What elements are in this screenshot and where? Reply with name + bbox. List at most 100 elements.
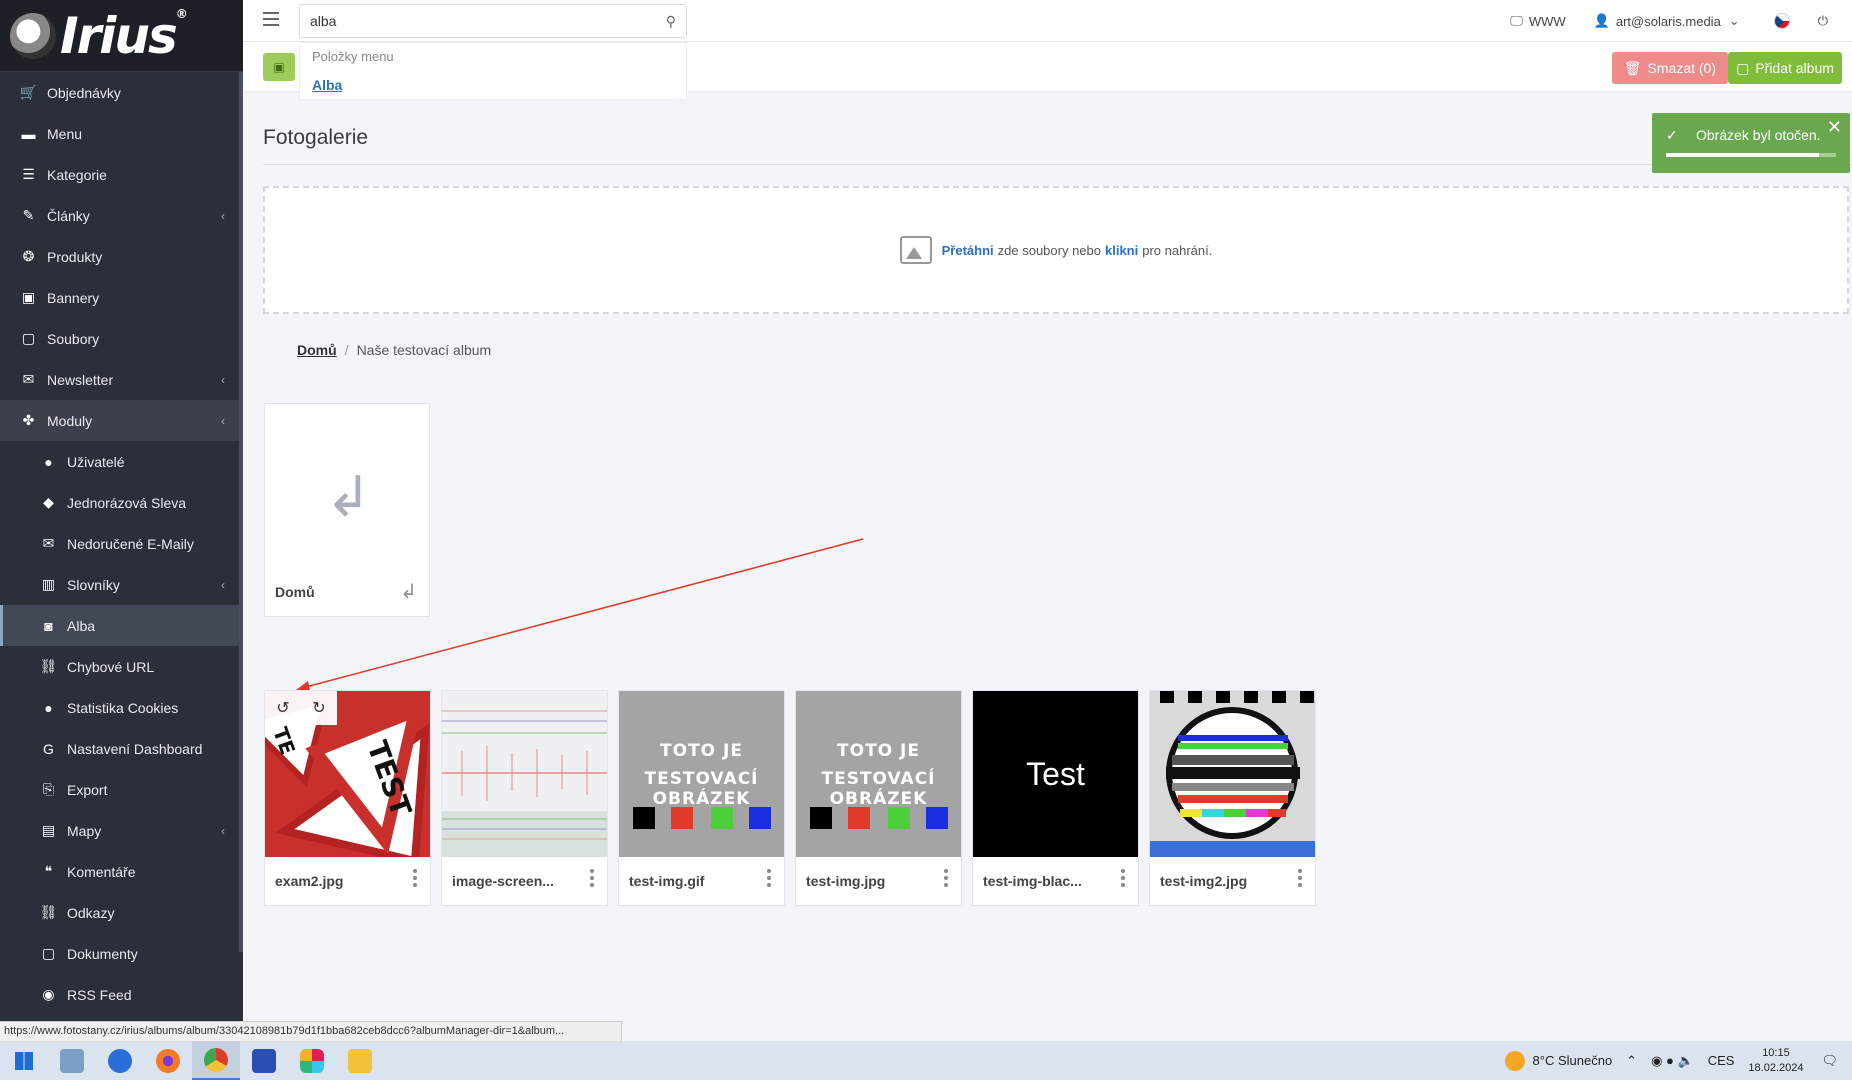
thumbnail-image[interactable] xyxy=(442,691,607,857)
more-options-icon[interactable] xyxy=(766,869,772,890)
folder-app-icon[interactable] xyxy=(336,1041,384,1080)
sidebar-item-soubory[interactable]: ▢ Soubory xyxy=(0,318,243,359)
weather-widget[interactable]: 8°C Slunečno xyxy=(1504,1050,1612,1071)
sidebar-item-clanky[interactable]: ✎ Články ‹ xyxy=(0,195,243,236)
sidebar-item-odkazy[interactable]: ⛓ Odkazy xyxy=(0,892,243,933)
more-options-icon[interactable] xyxy=(943,869,949,890)
sidebar-item-bannery[interactable]: ▣ Bannery xyxy=(0,277,243,318)
folder-icon: ▬ xyxy=(21,125,36,142)
more-options-icon[interactable] xyxy=(589,869,595,890)
search-input[interactable] xyxy=(300,5,640,37)
sidebar-item-komentare[interactable]: ❝ Komentáře xyxy=(0,851,243,892)
chevron-left-icon: ‹ xyxy=(221,577,225,592)
more-options-icon[interactable] xyxy=(1297,869,1303,890)
link-icon: ⛓ xyxy=(39,658,58,674)
thumbnail-card[interactable]: TOTO JE TESTOVACÍ OBRÁZEK test-img.gif xyxy=(618,690,785,906)
tray-apps-icons[interactable]: ◉ ● 🔈 xyxy=(1651,1053,1694,1069)
sidebar-scrollbar[interactable] xyxy=(239,72,243,952)
clock-date: 18.02.2024 xyxy=(1748,1061,1804,1074)
thumbnail-image[interactable]: TOTO JE TESTOVACÍ OBRÁZEK xyxy=(796,691,961,857)
cart-icon: 🛒 xyxy=(19,84,38,100)
floppy-app-icon[interactable] xyxy=(240,1041,288,1080)
more-options-icon[interactable] xyxy=(412,869,418,890)
thumbnail-image[interactable]: TEST TE ↺ ↻ xyxy=(265,691,430,857)
sidebar-item-label: Dokumenty xyxy=(67,945,138,962)
documents-icon: ▢ xyxy=(41,945,56,961)
file-manager-app-icon[interactable] xyxy=(48,1041,96,1080)
tray-chevron-up-icon[interactable]: ⌃ xyxy=(1626,1053,1637,1069)
sidebar-item-nedorucene-e-maily[interactable]: ✉ Nedoručené E-Maily xyxy=(0,523,243,564)
sidebar-item-mapy[interactable]: ▤ Mapy ‹ xyxy=(0,810,243,851)
thumbnail-card[interactable]: TOTO JE TESTOVACÍ OBRÁZEK test-img.jpg xyxy=(795,690,962,906)
language-switch[interactable] xyxy=(1773,13,1790,29)
sidebar-item-label: Jednorázová Sleva xyxy=(67,494,187,511)
sidebar-item-rss-feed[interactable]: ◉ RSS Feed xyxy=(0,974,243,1015)
chrome-icon[interactable] xyxy=(192,1041,240,1080)
search-result-alba[interactable]: Alba xyxy=(312,77,342,93)
user-menu[interactable]: 👤 art@solaris.media ⌄ xyxy=(1594,13,1746,29)
folder-add-icon[interactable]: ▣ xyxy=(263,53,295,81)
sidebar-item-chybove-url[interactable]: ⛓ Chybové URL xyxy=(0,646,243,687)
sidebar-item-nastaveni-dashboard[interactable]: G Nastavení Dashboard xyxy=(0,728,243,769)
sidebar-item-label: Objednávky xyxy=(47,84,121,101)
sidebar-item-newsletter[interactable]: ✉ Newsletter ‹ xyxy=(0,359,243,400)
logo[interactable]: Irius® xyxy=(0,0,243,72)
thumbnail-image[interactable] xyxy=(1150,691,1315,857)
more-options-icon[interactable] xyxy=(1120,869,1126,890)
image-upload-icon xyxy=(899,236,932,264)
www-link[interactable]: 🖵 WWW xyxy=(1510,13,1565,29)
delete-button[interactable]: 🗑 Smazat (0) xyxy=(1611,52,1728,84)
sidebar-item-label: Nastavení Dashboard xyxy=(67,740,203,757)
sidebar-item-uzivatele[interactable]: ● Uživatelé xyxy=(0,441,243,482)
rss-icon: ◉ xyxy=(42,986,55,1002)
search-icon[interactable]: ⚲ xyxy=(666,13,676,30)
parent-folder-card[interactable]: ↲ Domů ↲ xyxy=(264,403,430,617)
image-icon: ▣ xyxy=(21,289,36,305)
color-swatch xyxy=(671,807,693,829)
sidebar-item-slovniky[interactable]: ▥ Slovníky ‹ xyxy=(0,564,243,605)
sidebar-item-objednavky[interactable]: 🛒 Objednávky xyxy=(0,72,243,113)
thumbnail-card[interactable]: Test test-img-blac... xyxy=(972,690,1139,906)
language-indicator[interactable]: CES xyxy=(1708,1053,1735,1068)
firefox-icon[interactable] xyxy=(144,1041,192,1080)
breadcrumb-home[interactable]: Domů xyxy=(297,342,337,358)
thumbnail-image[interactable]: Test xyxy=(973,691,1138,857)
clock[interactable]: 10:15 18.02.2024 xyxy=(1748,1046,1803,1076)
thumbnail-filename: test-img.jpg xyxy=(806,873,886,889)
toast-progress xyxy=(1666,153,1836,157)
thumbnail-card[interactable]: TEST TE ↺ ↻ exam2.jpg xyxy=(264,690,431,906)
thumbnail-card[interactable]: image-screen... xyxy=(441,690,608,906)
upload-dropzone[interactable]: Přetáhni zde soubory nebo klikni pro nah… xyxy=(263,186,1849,314)
color-swatch xyxy=(888,807,910,829)
test-image-line1: TOTO JE xyxy=(660,741,743,761)
envelope-x-icon: ✉ xyxy=(42,535,55,551)
power-button[interactable]: ⏻ xyxy=(1818,13,1828,29)
test-image-line2: TESTOVACÍ OBRÁZEK xyxy=(821,769,936,809)
dropzone-click-link[interactable]: klikni xyxy=(1105,243,1138,258)
add-album-button[interactable]: ▢ Přidat album xyxy=(1728,52,1842,84)
color-swatch xyxy=(848,807,870,829)
rotate-right-icon[interactable]: ↻ xyxy=(312,698,325,718)
folder-name: Domů xyxy=(275,584,315,600)
sidebar-item-statistika-cookies[interactable]: ● Statistika Cookies xyxy=(0,687,243,728)
google-icon: G xyxy=(43,740,54,757)
logo-text: Irius xyxy=(60,6,178,65)
thumbnail-image[interactable]: TOTO JE TESTOVACÍ OBRÁZEK xyxy=(619,691,784,857)
close-icon[interactable]: ✕ xyxy=(1827,117,1842,138)
sidebar-item-moduly[interactable]: ✤ Moduly ‹ xyxy=(0,400,243,441)
globe-app-icon[interactable] xyxy=(96,1041,144,1080)
thumbnail-card[interactable]: test-img2.jpg xyxy=(1149,690,1316,906)
sidebar-item-produkty[interactable]: ❂ Produkty xyxy=(0,236,243,277)
slack-icon[interactable] xyxy=(288,1041,336,1080)
notification-icon[interactable]: 🗨 xyxy=(1821,1053,1838,1069)
sidebar-item-alba[interactable]: ◙ Alba xyxy=(0,605,243,646)
sidebar-item-menu[interactable]: ▬ Menu xyxy=(0,113,243,154)
rotate-left-icon[interactable]: ↺ xyxy=(276,698,289,718)
windows-start-icon[interactable] xyxy=(0,1041,48,1080)
sidebar-item-export[interactable]: ⎘ Export xyxy=(0,769,243,810)
sidebar-item-kategorie[interactable]: ☰ Kategorie xyxy=(0,154,243,195)
hamburger-menu-icon[interactable] xyxy=(263,12,279,26)
sidebar-item-jednorazova-sleva[interactable]: ◆ Jednorázová Sleva xyxy=(0,482,243,523)
sidebar-item-dokumenty[interactable]: ▢ Dokumenty xyxy=(0,933,243,974)
sidebar-item-label: Statistika Cookies xyxy=(67,699,179,716)
